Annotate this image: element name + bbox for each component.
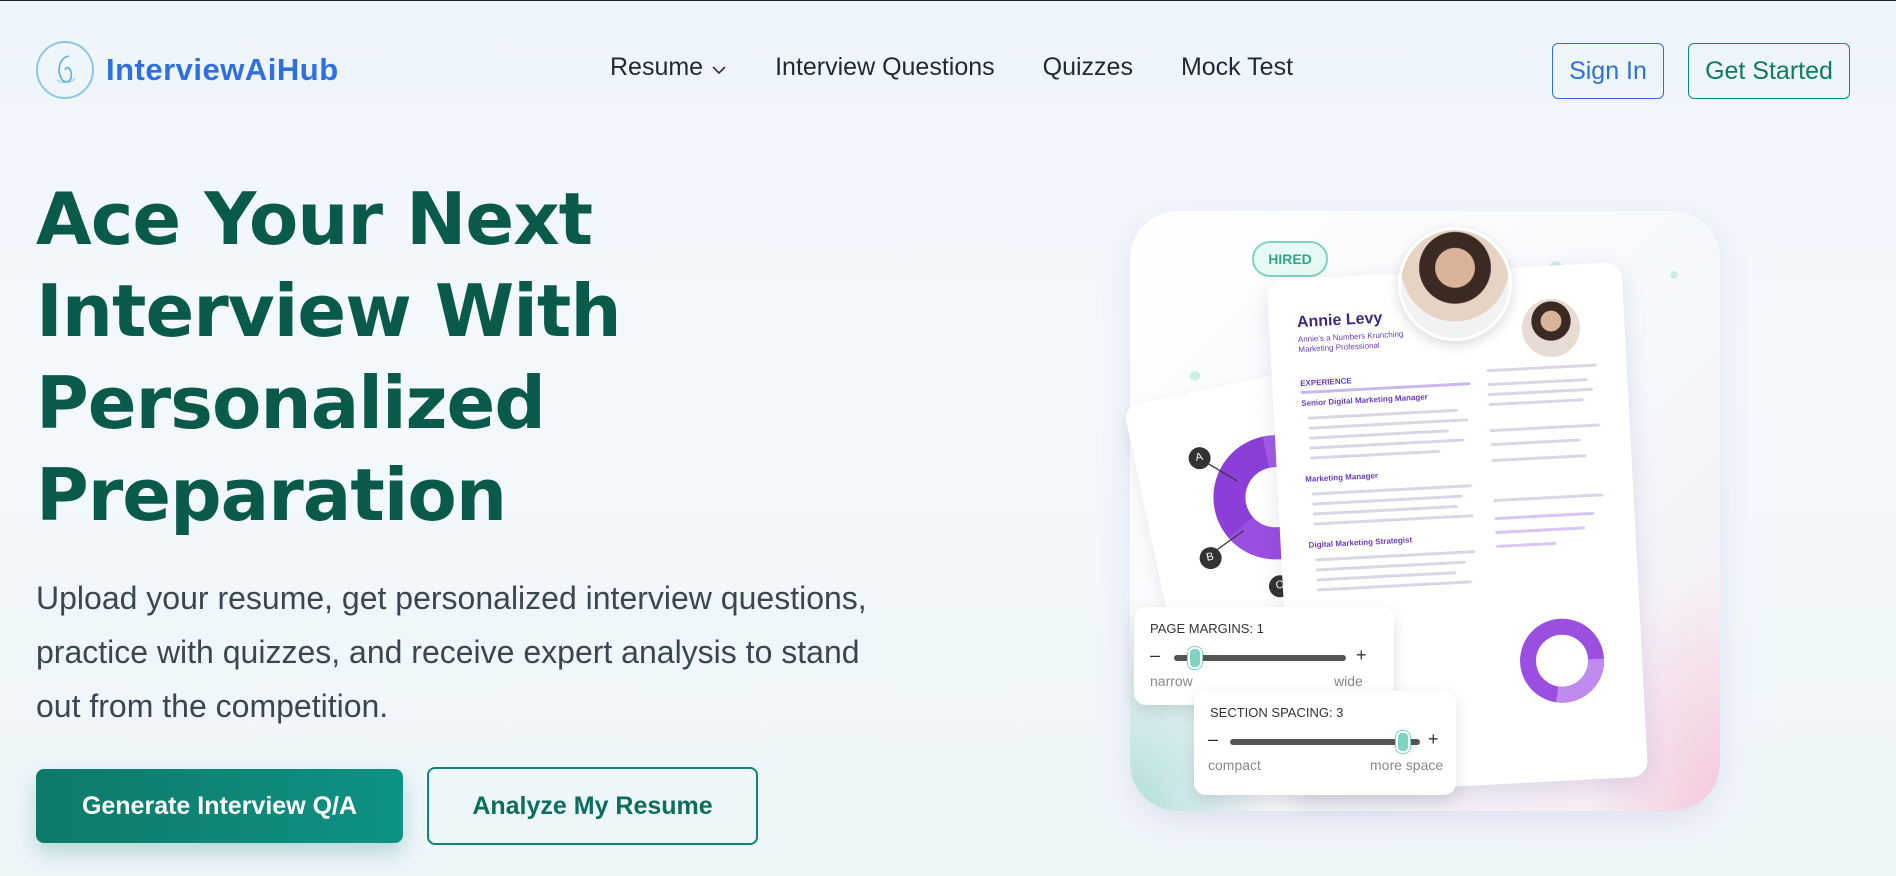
- nav-item-label: Interview Questions: [775, 53, 995, 81]
- resume-text-line: [1489, 423, 1600, 433]
- resume-text-line: [1495, 526, 1586, 535]
- resume-text-line: [1315, 550, 1476, 562]
- sign-in-button[interactable]: Sign In: [1552, 43, 1664, 99]
- brand-logo-icon: [36, 41, 94, 99]
- plus-icon[interactable]: +: [1428, 729, 1439, 750]
- resume-text-line: [1494, 511, 1595, 521]
- resume-text-line: [1316, 580, 1472, 592]
- nav-item-quizzes[interactable]: Quizzes: [1043, 53, 1133, 82]
- main-nav: Resume Interview Questions Quizzes Mock …: [610, 53, 1341, 82]
- resume-text-line: [1308, 429, 1449, 440]
- page-margins-title: PAGE MARGINS: 1: [1150, 621, 1264, 636]
- nav-item-interview-questions[interactable]: Interview Questions: [775, 53, 995, 82]
- section-spacing-max-label: more space: [1370, 757, 1444, 773]
- resume-role: Annie's a Numbers Krunching Marketing Pr…: [1297, 329, 1404, 355]
- section-spacing-slider-handle[interactable]: [1396, 731, 1410, 753]
- resume-name: Annie Levy: [1296, 309, 1383, 332]
- resume-text-line: [1490, 438, 1581, 447]
- minus-icon[interactable]: –: [1208, 729, 1218, 750]
- chevron-down-icon: [711, 53, 727, 82]
- get-started-button[interactable]: Get Started: [1688, 43, 1850, 99]
- hero-subtitle-line: practice with quizzes, and receive exper…: [36, 634, 860, 670]
- hero-subtitle-line: Upload your resume, get personalized int…: [36, 580, 867, 616]
- section-spacing-slider-track[interactable]: [1230, 739, 1420, 745]
- resume-text-line: [1312, 494, 1463, 506]
- plus-icon[interactable]: +: [1356, 645, 1367, 666]
- resume-section-heading: EXPERIENCE: [1299, 376, 1352, 389]
- nav-item-label: Quizzes: [1042, 53, 1133, 81]
- top-nav-bar: InterviewAiHub Resume Interview Question…: [0, 1, 1896, 141]
- page-margins-min-label: narrow: [1150, 673, 1193, 689]
- page-margins-slider-handle[interactable]: [1188, 647, 1202, 669]
- resume-text-line: [1495, 541, 1556, 549]
- resume-text-line: [1307, 408, 1458, 420]
- hero-illustration: HIRED A B C Annie Levy Annie's a Numbers…: [1120, 191, 1740, 821]
- hero-title: Ace Your Next Interview With Personalize…: [36, 173, 756, 541]
- small-donut-icon: [1520, 618, 1605, 703]
- hero-subtitle: Upload your resume, get personalized int…: [36, 571, 936, 733]
- resume-text-line: [1486, 363, 1597, 373]
- resume-job-title: Marketing Manager: [1304, 471, 1379, 484]
- generate-interview-qa-button[interactable]: Generate Interview Q/A: [36, 769, 403, 843]
- profile-photo-small: [1520, 297, 1582, 359]
- profile-photo: [1398, 227, 1512, 341]
- resume-text-line: [1487, 387, 1593, 397]
- hired-badge: HIRED: [1252, 241, 1328, 277]
- analyze-resume-button[interactable]: Analyze My Resume: [427, 767, 758, 845]
- resume-text-line: [1312, 504, 1458, 516]
- resume-text-line: [1315, 560, 1466, 572]
- nav-item-mock-test[interactable]: Mock Test: [1181, 53, 1293, 82]
- resume-text-line: [1488, 398, 1584, 407]
- resume-text-line: [1310, 449, 1441, 460]
- hero-title-line: Ace Your Next: [36, 177, 593, 261]
- decor-dot: [1190, 371, 1200, 381]
- minus-icon[interactable]: –: [1150, 645, 1160, 666]
- resume-text-line: [1309, 438, 1465, 450]
- resume-text-line: [1316, 571, 1457, 582]
- hero-title-line: Preparation: [36, 453, 507, 537]
- hero-title-line: Personalized: [36, 361, 546, 445]
- resume-job-title: Senior Digital Marketing Manager: [1301, 392, 1429, 409]
- hero-subtitle-line: out from the competition.: [36, 688, 389, 724]
- resume-text-line: [1311, 484, 1472, 496]
- section-spacing-panel: SECTION SPACING: 3 – + compact more spac…: [1194, 691, 1456, 795]
- nav-item-label: Mock Test: [1180, 53, 1294, 81]
- brand-name: InterviewAiHub: [106, 52, 339, 87]
- hero-title-line: Interview With: [36, 269, 622, 353]
- section-spacing-title: SECTION SPACING: 3: [1210, 705, 1344, 720]
- resume-text-line: [1308, 418, 1469, 430]
- resume-text-line: [1491, 454, 1587, 463]
- section-spacing-min-label: compact: [1208, 757, 1261, 773]
- resume-text-line: [1313, 514, 1474, 526]
- resume-job-title: Digital Marketing Strategist: [1308, 535, 1413, 550]
- nav-item-resume[interactable]: Resume: [610, 53, 727, 82]
- nav-item-label: Resume: [610, 53, 704, 81]
- decor-dot: [1670, 271, 1678, 279]
- brand[interactable]: InterviewAiHub: [36, 41, 339, 99]
- resume-text-line: [1493, 493, 1604, 503]
- page-margins-max-label: wide: [1334, 673, 1363, 689]
- resume-text-line: [1487, 378, 1588, 387]
